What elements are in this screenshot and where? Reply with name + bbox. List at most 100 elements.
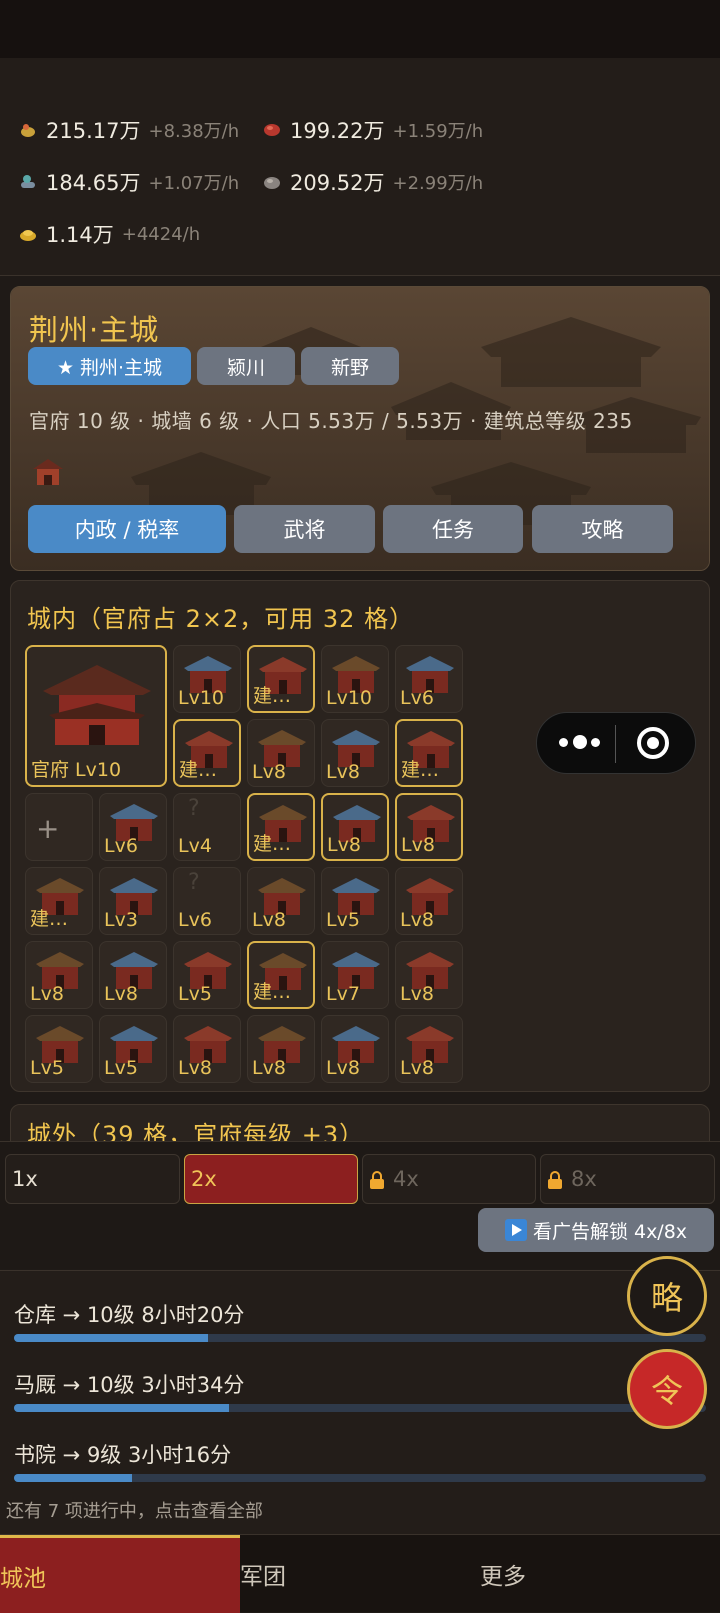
building-icon bbox=[33, 459, 63, 485]
building-slot[interactable]: Lv8 bbox=[321, 793, 389, 861]
building-slot[interactable]: Lv8 bbox=[99, 941, 167, 1009]
building-slot[interactable]: Lv8 bbox=[247, 867, 315, 935]
building-level-label: Lv8 bbox=[401, 834, 435, 856]
building-level-label: Lv8 bbox=[104, 983, 138, 1005]
building-slot[interactable]: Lv5 bbox=[321, 867, 389, 935]
unknown-building-icon: ? bbox=[188, 796, 200, 821]
build-queue[interactable]: 仓库 → 10级 8小时20分 马厩 → 10级 3小时34分 书院 → 9级 … bbox=[0, 1270, 720, 1534]
capsule-divider bbox=[615, 725, 616, 763]
outer-city-panel: 城外（39 格，官府每级 +3） bbox=[10, 1104, 710, 1144]
queue-item-text: 仓库 → 10级 8小时20分 bbox=[14, 1303, 245, 1327]
building-slot[interactable]: 建… bbox=[247, 941, 315, 1009]
resource-grain: 215.17万 +8.38万/h bbox=[18, 110, 239, 150]
building-slot[interactable]: Lv8 bbox=[321, 1015, 389, 1083]
tab-generals[interactable]: 武将 bbox=[234, 505, 375, 553]
gold-icon bbox=[20, 230, 36, 241]
queue-item-text: 马厩 → 10级 3小时34分 bbox=[14, 1373, 245, 1397]
building-slot[interactable]: Lv8 bbox=[247, 719, 315, 787]
building-level-label: Lv7 bbox=[326, 983, 360, 1005]
palace-icon bbox=[43, 665, 151, 745]
building-slot[interactable]: + bbox=[25, 793, 93, 861]
building-level-label: 建… bbox=[253, 685, 292, 707]
building-slot[interactable]: Lv10 bbox=[173, 645, 241, 713]
watch-ad-unlock-button[interactable]: 看广告解锁 4x/8x bbox=[478, 1208, 714, 1252]
building-slot[interactable]: Lv3 bbox=[99, 867, 167, 935]
building-slot[interactable]: Lv10 bbox=[321, 645, 389, 713]
resource-gold: 1.14万 +4424/h bbox=[18, 214, 200, 254]
building-slot[interactable]: Lv5 bbox=[99, 1015, 167, 1083]
building-slot[interactable]: Lv5 bbox=[25, 1015, 93, 1083]
queue-more-link[interactable]: 还有 7 项进行中，点击查看全部 bbox=[6, 1497, 263, 1523]
building-level-label: Lv5 bbox=[326, 909, 360, 931]
queue-progress-fill bbox=[14, 1404, 229, 1412]
building-slot[interactable]: ? Lv6 bbox=[173, 867, 241, 935]
building-slot[interactable]: Lv8 bbox=[395, 941, 463, 1009]
resource-rate: +2.99万/h bbox=[392, 173, 484, 194]
lock-icon bbox=[369, 1170, 385, 1189]
resource-value: 215.17万 bbox=[46, 119, 141, 143]
building-slot[interactable]: Lv8 bbox=[395, 793, 463, 861]
speed-8x-button[interactable]: 8x bbox=[540, 1154, 715, 1204]
city-switch-xinye[interactable]: 新野 bbox=[301, 347, 399, 385]
building-slot[interactable]: Lv6 bbox=[99, 793, 167, 861]
strategy-fab-button[interactable]: 略 bbox=[627, 1256, 707, 1336]
building-slot[interactable]: 建… bbox=[25, 867, 93, 935]
city-switch-jingzhou[interactable]: ★ 荆州·主城 bbox=[28, 347, 191, 385]
resource-wood: 184.65万 +1.07万/h bbox=[18, 162, 239, 202]
building-slot[interactable]: 建… bbox=[247, 793, 315, 861]
more-dots-icon[interactable] bbox=[559, 738, 568, 747]
building-slot[interactable]: Lv8 bbox=[395, 867, 463, 935]
building-slot[interactable]: Lv8 bbox=[25, 941, 93, 1009]
building-slot[interactable]: 建… bbox=[247, 645, 315, 713]
add-building-icon: + bbox=[36, 812, 60, 845]
building-level-label: 建… bbox=[30, 908, 69, 930]
nav-item-more[interactable]: 更多 bbox=[480, 1535, 720, 1613]
city-switch-yingchuan[interactable]: 颍川 bbox=[197, 347, 295, 385]
building-slot[interactable]: Lv6 bbox=[395, 645, 463, 713]
watch-ad-label: 看广告解锁 4x/8x bbox=[532, 1220, 688, 1243]
building-slot[interactable]: Lv8 bbox=[321, 719, 389, 787]
main-building-cell[interactable]: 官府 Lv10 bbox=[25, 645, 167, 787]
building-slot[interactable]: 建… bbox=[395, 719, 463, 787]
building-level-label: Lv8 bbox=[400, 983, 434, 1005]
building-slot[interactable]: ? Lv4 bbox=[173, 793, 241, 861]
speed-1x-button[interactable]: 1x bbox=[5, 1154, 180, 1204]
speed-4x-button[interactable]: 4x bbox=[362, 1154, 536, 1204]
building-level-label: 建… bbox=[253, 981, 292, 1003]
tab-guide[interactable]: 攻略 bbox=[532, 505, 673, 553]
building-level-label: Lv8 bbox=[326, 1057, 360, 1079]
building-level-label: Lv8 bbox=[30, 983, 64, 1005]
building-level-label: Lv8 bbox=[252, 761, 286, 783]
building-slot[interactable]: Lv8 bbox=[395, 1015, 463, 1083]
order-fab-button[interactable]: 令 bbox=[627, 1349, 707, 1429]
resource-value: 1.14万 bbox=[46, 223, 114, 247]
building-level-label: Lv8 bbox=[400, 1057, 434, 1079]
inner-city-panel: 城内（官府占 2×2，可用 32 格） 官府 Lv10 Lv10 建… Lv10 Lv6… bbox=[10, 580, 710, 1092]
nav-item-army[interactable]: 军团 bbox=[240, 1535, 480, 1613]
resource-rate: +8.38万/h bbox=[148, 121, 240, 142]
city-info: 官府 10 级 · 城墙 6 级 · 人口 5.53万 / 5.53万 · 建筑… bbox=[29, 409, 633, 433]
resource-value: 199.22万 bbox=[290, 119, 385, 143]
building-slot[interactable]: Lv8 bbox=[173, 1015, 241, 1083]
play-icon bbox=[504, 1219, 527, 1241]
building-slot[interactable]: Lv5 bbox=[173, 941, 241, 1009]
building-level-label: 建… bbox=[253, 833, 292, 855]
building-level-label: Lv10 bbox=[178, 687, 225, 709]
building-level-label: Lv6 bbox=[104, 835, 138, 857]
tab-tasks[interactable]: 任务 bbox=[383, 505, 523, 553]
status-bar bbox=[0, 0, 720, 58]
resource-stone: 209.52万 +2.99万/h bbox=[262, 162, 483, 202]
nav-item-city[interactable]: 城池 bbox=[0, 1535, 240, 1613]
building-slot[interactable]: Lv8 bbox=[247, 1015, 315, 1083]
queue-progress-fill bbox=[14, 1474, 132, 1482]
building-level-label: Lv3 bbox=[104, 909, 138, 931]
tab-civil-tax[interactable]: 内政 / 税率 bbox=[28, 505, 226, 553]
building-level-label: Lv8 bbox=[178, 1057, 212, 1079]
building-slot[interactable]: 建… bbox=[173, 719, 241, 787]
stone-icon bbox=[264, 177, 280, 189]
building-slot[interactable]: Lv7 bbox=[321, 941, 389, 1009]
speed-2x-button[interactable]: 2x bbox=[184, 1154, 358, 1204]
more-dots-icon-center bbox=[573, 735, 587, 749]
resource-rate: +1.59万/h bbox=[392, 121, 484, 142]
building-level-label: Lv8 bbox=[326, 761, 360, 783]
